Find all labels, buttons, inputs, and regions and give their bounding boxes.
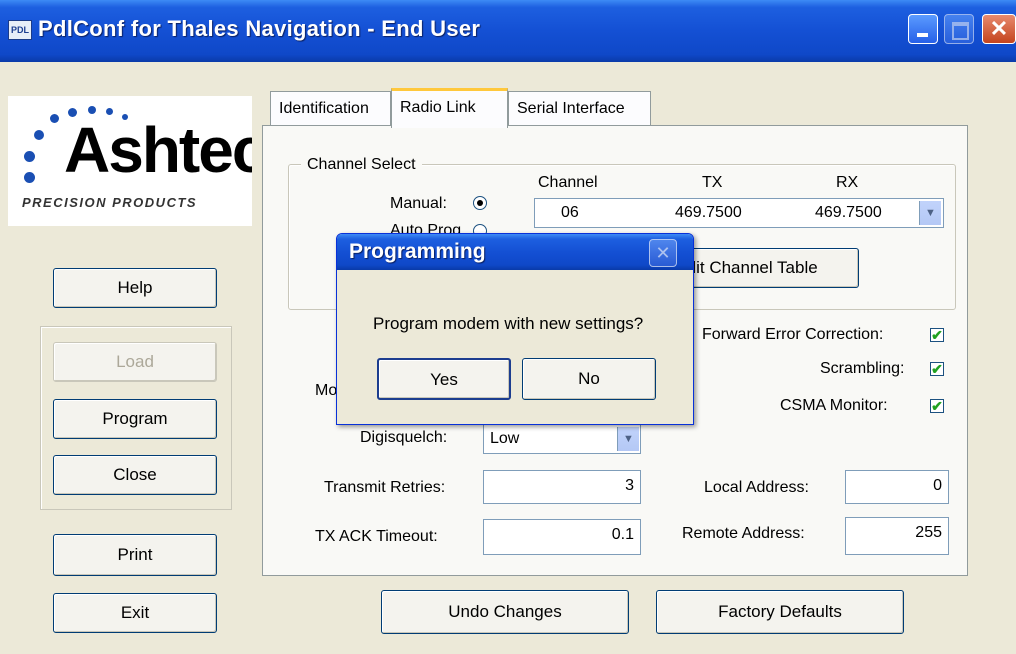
no-button[interactable]: No — [522, 358, 656, 400]
close-icon: ✕ — [989, 16, 1009, 41]
logo-dot — [24, 151, 35, 162]
transmit-retries-input[interactable]: 3 — [483, 470, 641, 504]
dialog-close-button[interactable]: ✕ — [649, 239, 677, 267]
close-icon: ✕ — [655, 243, 671, 263]
close-button[interactable]: Close — [53, 455, 217, 495]
maximize-button[interactable] — [944, 14, 974, 44]
dialog-message: Program modem with new settings? — [373, 314, 644, 333]
csma-label: CSMA Monitor: — [780, 397, 888, 414]
scrambling-checkbox[interactable]: ✔ — [930, 362, 944, 376]
remote-address-label: Remote Address: — [682, 525, 805, 542]
logo-dot — [34, 130, 44, 140]
logo-dot — [50, 114, 59, 123]
tx-ack-timeout-label: TX ACK Timeout: — [315, 528, 438, 545]
channel-header: Channel — [538, 174, 598, 191]
window-close-button[interactable]: ✕ — [982, 14, 1016, 44]
channel-dropdown[interactable]: 06 469.7500 469.7500 ▼ — [534, 198, 944, 228]
scrambling-label: Scrambling: — [820, 360, 905, 377]
programming-dialog: Programming ✕ Program modem with new set… — [336, 233, 694, 425]
csma-checkbox[interactable]: ✔ — [930, 399, 944, 413]
chevron-down-icon[interactable]: ▼ — [919, 201, 941, 225]
minimize-button[interactable] — [908, 14, 938, 44]
channel-select-label: Channel Select — [301, 156, 422, 174]
title-bar[interactable]: PDL PdlConf for Thales Navigation - End … — [0, 0, 1016, 62]
tab-radio-link[interactable]: Radio Link — [391, 88, 508, 128]
selected-channel: 06 — [561, 204, 579, 221]
program-button[interactable]: Program — [53, 399, 217, 439]
load-button[interactable]: Load — [53, 342, 217, 382]
manual-radio[interactable] — [473, 196, 487, 210]
tx-ack-timeout-input[interactable]: 0.1 — [483, 519, 641, 555]
ashtech-logo: Ashtech Precision Products — [8, 96, 252, 226]
digisquelch-label: Digisquelch: — [360, 429, 448, 446]
tab-serial-interface[interactable]: Serial Interface — [508, 91, 651, 125]
remote-address-input[interactable]: 255 — [845, 517, 949, 555]
local-address-input[interactable]: 0 — [845, 470, 949, 504]
undo-changes-button[interactable]: Undo Changes — [381, 590, 629, 634]
logo-wordmark: Ashtech — [64, 114, 252, 186]
logo-dot — [24, 172, 35, 183]
tx-header: TX — [702, 174, 723, 191]
app-icon: PDL — [8, 20, 32, 40]
local-address-label: Local Address: — [704, 479, 809, 496]
window-title: PdlConf for Thales Navigation - End User — [38, 16, 481, 41]
logo-subtitle: Precision Products — [22, 195, 198, 210]
fec-checkbox[interactable]: ✔ — [930, 328, 944, 342]
radio-selected-dot — [477, 200, 483, 206]
factory-defaults-button[interactable]: Factory Defaults — [656, 590, 904, 634]
modulation-label: Mo — [315, 382, 338, 399]
selected-rx: 469.7500 — [815, 204, 882, 221]
exit-button[interactable]: Exit — [53, 593, 217, 633]
dialog-title-bar[interactable]: Programming ✕ — [337, 234, 693, 270]
manual-label: Manual: — [390, 195, 447, 212]
digisquelch-value: Low — [490, 430, 520, 447]
logo-dot — [88, 106, 96, 114]
digisquelch-dropdown[interactable]: Low ▼ — [483, 424, 641, 454]
transmit-retries-label: Transmit Retries: — [324, 479, 446, 496]
selected-tx: 469.7500 — [675, 204, 742, 221]
yes-button[interactable]: Yes — [377, 358, 511, 400]
chevron-down-icon[interactable]: ▼ — [617, 427, 639, 451]
help-button[interactable]: Help — [53, 268, 217, 308]
rx-header: RX — [836, 174, 859, 191]
tab-identification[interactable]: Identification — [270, 91, 391, 125]
fec-label: Forward Error Correction: — [702, 326, 884, 343]
dialog-title: Programming — [349, 240, 486, 263]
print-button[interactable]: Print — [53, 534, 217, 576]
